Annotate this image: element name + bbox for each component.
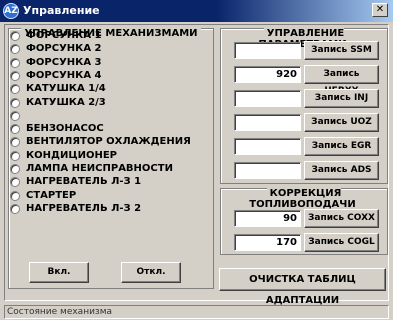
radio-button[interactable] xyxy=(10,190,20,201)
fuel-title: КОРРЕКЦИЯ ТОПЛИВОПОДАЧИ xyxy=(249,188,359,210)
fuel-value-field[interactable]: 90 xyxy=(234,210,301,227)
mechanism-label: ФОРСУНКА 4 xyxy=(26,69,102,81)
radio-button[interactable] xyxy=(10,97,20,108)
param-value-field[interactable] xyxy=(234,162,301,179)
mechanism-label: БЕНЗОНАСОС xyxy=(26,123,104,135)
mechanism-label: КАТУШКА 2/3 xyxy=(26,96,106,108)
radio-button[interactable] xyxy=(10,110,20,121)
mechanism-label: ЛАМПА НЕИСПРАВНОСТИ xyxy=(26,163,173,174)
mechanism-label: СТАРТЕР xyxy=(26,189,77,201)
fuel-value-field[interactable]: 170 xyxy=(234,234,301,251)
status-bar: Состояние механизма xyxy=(0,303,393,320)
mechanism-label: ВЕНТИЛЯТОР ОХЛАЖДЕНИЯ xyxy=(26,136,191,148)
radio-button[interactable] xyxy=(10,164,20,174)
off-button[interactable]: Откл. xyxy=(121,262,181,283)
mechanism-label: ФОРСУНКА 3 xyxy=(26,56,102,68)
radio-button[interactable] xyxy=(10,31,20,41)
radio-button[interactable] xyxy=(10,57,20,68)
title-bar: AZ Управление ✕ xyxy=(0,0,393,22)
param-value-field[interactable]: 920 xyxy=(234,66,301,83)
param-value-field[interactable] xyxy=(234,90,301,107)
radio-button[interactable] xyxy=(10,203,20,214)
clear-adaptation-button[interactable]: ОЧИСТКА ТАБЛИЦ АДАПТАЦИИ xyxy=(219,268,386,306)
param-write-button[interactable]: Запись UFRXX xyxy=(304,65,379,96)
radio-button[interactable] xyxy=(10,70,20,81)
param-value-field[interactable] xyxy=(234,138,301,155)
param-write-button[interactable]: Запись UOZ xyxy=(304,113,379,132)
param-value-field[interactable] xyxy=(234,114,301,131)
fuel-write-button[interactable]: Запись COGL xyxy=(304,233,379,252)
fuel-write-button[interactable]: Запись COXX xyxy=(304,209,379,228)
mechanism-label: НАГРЕВАТЕЛЬ Л-З 2 xyxy=(26,202,142,214)
param-write-button[interactable]: Запись INJ xyxy=(304,89,379,108)
window-title: Управление xyxy=(23,4,100,17)
param-value-field[interactable] xyxy=(234,42,301,59)
on-button[interactable]: Вкл. xyxy=(29,262,89,283)
param-write-button[interactable]: Запись SSM xyxy=(304,41,379,60)
mechanism-label: КОНДИЦИОНЕР xyxy=(26,149,117,161)
param-write-button[interactable]: Запись EGR xyxy=(304,137,379,156)
status-text: Состояние механизма xyxy=(4,305,389,319)
app-icon: AZ xyxy=(3,3,19,19)
mechanism-label: НАГРЕВАТЕЛЬ Л-З 1 xyxy=(26,176,142,188)
mechanism-label: ФОРСУНКА 2 xyxy=(26,43,102,55)
radio-button[interactable] xyxy=(10,150,20,161)
param-write-button[interactable]: Запись ADS xyxy=(304,161,379,180)
close-button[interactable]: ✕ xyxy=(372,3,388,17)
mechanism-label: ФОРСУНКА 1 xyxy=(26,30,102,41)
mechanism-label: КАТУШКА 1/4 xyxy=(26,83,106,95)
